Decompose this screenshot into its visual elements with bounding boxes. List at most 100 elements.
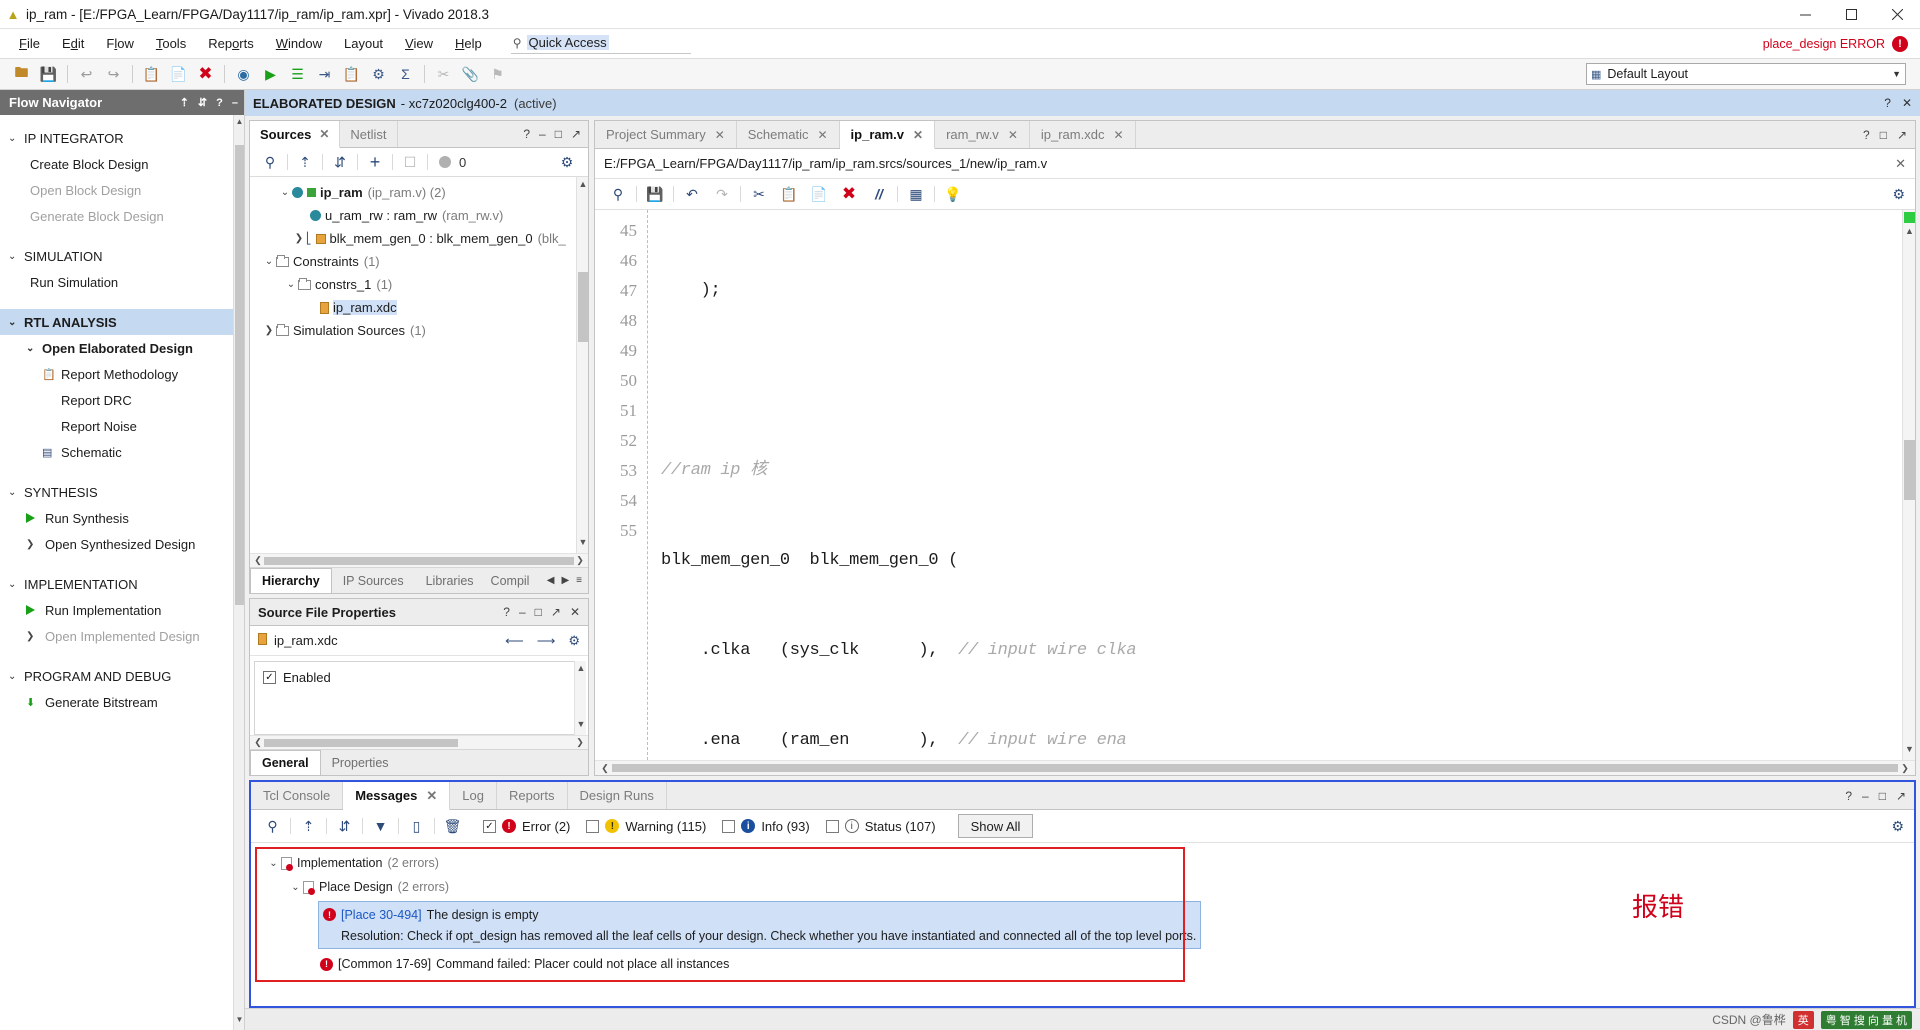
menu-flow[interactable]: Flow [95, 32, 144, 55]
tree-row-simulation-sources[interactable]: ❯ Simulation Sources (1) [250, 319, 588, 342]
subtab-general[interactable]: General [250, 750, 321, 775]
scroll-tabs-right-icon[interactable]: ▶ [561, 575, 569, 586]
tree-row-u-ram-rw[interactable]: u_ram_rw : ram_rw (ram_rw.v) [250, 204, 588, 227]
scroll-left-icon[interactable]: ❮ [598, 763, 612, 774]
subtab-ip-sources[interactable]: IP Sources [332, 568, 415, 593]
maximize-button[interactable] [1828, 0, 1874, 29]
expand-all-icon[interactable]: ⇵ [326, 151, 354, 173]
help-icon[interactable]: ☐ [396, 151, 424, 173]
tab-tcl-console[interactable]: Tcl Console [251, 782, 344, 809]
close-icon[interactable]: ✕ [1008, 128, 1018, 142]
scrollbar-thumb[interactable] [578, 272, 588, 342]
filter-icon[interactable]: ▼ [366, 815, 395, 838]
paste-icon[interactable]: 📄 [804, 183, 834, 206]
scroll-down-icon[interactable]: ▼ [576, 719, 586, 733]
open-project-icon[interactable]: 🖿 [8, 62, 35, 87]
tab-messages[interactable]: Messages ✕ [343, 782, 451, 810]
place-design-error-status[interactable]: place_design ERROR ! [1763, 35, 1920, 52]
close-icon[interactable]: ✕ [426, 788, 437, 804]
filter-error[interactable]: ✓ ! Error (2) [483, 819, 570, 834]
flag-icon[interactable]: ⚑ [484, 62, 511, 87]
enabled-checkbox-row[interactable]: ✓ Enabled [263, 670, 576, 685]
menu-edit[interactable]: Edit [51, 32, 95, 55]
columns-icon[interactable]: ▦ [901, 183, 931, 206]
close-icon[interactable]: ✕ [570, 605, 580, 619]
scroll-up-icon[interactable]: ▲ [578, 179, 588, 193]
cut-icon[interactable]: ✂ [744, 183, 774, 206]
subtab-hierarchy[interactable]: Hierarchy [250, 568, 332, 593]
sidebar-section-simulation[interactable]: ⌄ SIMULATION [0, 243, 244, 269]
gear-icon[interactable]: ⚙ [1891, 818, 1904, 835]
scroll-left-icon[interactable]: ❮ [252, 555, 264, 566]
sidebar-item-run-synthesis[interactable]: Run Synthesis [0, 505, 244, 531]
close-icon[interactable]: ✕ [817, 128, 827, 142]
sidebar-item-generate-block-design[interactable]: Generate Block Design [0, 203, 244, 229]
code-hscrollbar[interactable]: ❮ ❯ [595, 760, 1915, 775]
delete-icon[interactable]: ✖ [192, 62, 219, 87]
copy-icon[interactable]: 📋 [774, 183, 804, 206]
scroll-up-icon[interactable]: ▲ [1903, 226, 1916, 240]
search-icon[interactable]: ⚲ [603, 183, 633, 206]
sidebar-item-report-drc[interactable]: Report DRC [0, 387, 244, 413]
minimize-panel-icon[interactable]: – [232, 97, 238, 109]
open-hardware-icon[interactable]: 📋 [338, 62, 365, 87]
close-icon[interactable]: ✕ [715, 128, 725, 142]
chevron-down-icon[interactable]: ⌄ [284, 279, 298, 290]
menu-file[interactable]: File [8, 32, 51, 55]
scroll-down-icon[interactable]: ▼ [235, 1015, 244, 1028]
marker-icon[interactable]: ✂ [430, 62, 457, 87]
sidebar-item-open-block-design[interactable]: Open Block Design [0, 177, 244, 203]
checkbox-icon[interactable]: ✓ [263, 671, 276, 684]
quick-access-search[interactable]: ⚲ Quick Access [510, 33, 691, 54]
tab-project-summary[interactable]: Project Summary ✕ [595, 121, 737, 148]
float-panel-icon[interactable]: ↗ [551, 605, 561, 619]
scrollbar-thumb[interactable] [264, 556, 574, 565]
tab-log[interactable]: Log [450, 782, 497, 809]
expand-all-icon[interactable]: ⇵ [330, 815, 359, 838]
tab-menu-icon[interactable]: ≡ [576, 575, 582, 586]
minimize-panel-icon[interactable]: – [1862, 789, 1869, 803]
paste-icon[interactable]: 📄 [165, 62, 192, 87]
code-vscrollbar[interactable]: ▲ ▼ [1902, 210, 1915, 760]
chevron-right-icon[interactable]: ❯ [292, 233, 306, 244]
tab-ram-rw-v[interactable]: ram_rw.v ✕ [935, 121, 1030, 148]
filter-warning[interactable]: ! Warning (115) [586, 819, 706, 834]
clear-messages-icon[interactable]: 🗑 [438, 815, 467, 838]
tree-row-blk-mem-gen-0[interactable]: ❯ ⎣ blk_mem_gen_0 : blk_mem_gen_0 (blk_ [250, 227, 588, 250]
delete-icon[interactable]: ✖ [834, 183, 864, 206]
redo-icon[interactable]: ↪ [100, 62, 127, 87]
minimize-panel-icon[interactable]: – [519, 605, 526, 619]
settings-icon[interactable]: ⚙ [365, 62, 392, 87]
tab-ip-ram-v[interactable]: ip_ram.v ✕ [839, 121, 936, 149]
help-icon[interactable]: ? [1884, 96, 1891, 110]
sidebar-section-implementation[interactable]: ⌄ IMPLEMENTATION [0, 571, 244, 597]
checkbox-icon[interactable]: ✓ [483, 819, 496, 833]
copy-messages-icon[interactable]: ▯ [402, 815, 431, 838]
menu-tools[interactable]: Tools [145, 32, 197, 55]
sidebar-item-run-simulation[interactable]: Run Simulation [0, 269, 244, 295]
float-panel-icon[interactable]: ↗ [571, 127, 581, 141]
sidebar-section-program-and-debug[interactable]: ⌄ PROGRAM AND DEBUG [0, 663, 244, 689]
checkbox-icon[interactable] [722, 819, 736, 833]
maximize-panel-icon[interactable]: □ [1880, 128, 1887, 142]
menu-window[interactable]: Window [265, 32, 333, 55]
undo-icon[interactable]: ↩ [73, 62, 100, 87]
scroll-right-icon[interactable]: ❯ [574, 737, 586, 748]
show-all-button[interactable]: Show All [957, 814, 1034, 838]
menu-reports[interactable]: Reports [197, 32, 265, 55]
subtab-libraries[interactable]: Libraries [415, 568, 485, 593]
close-icon[interactable]: ✕ [1902, 96, 1912, 110]
scroll-right-icon[interactable]: ❯ [574, 555, 586, 566]
pin-icon[interactable]: 📎 [457, 62, 484, 87]
copy-icon[interactable]: 📋 [138, 62, 165, 87]
sidebar-item-open-synthesized-design[interactable]: ❯ Open Synthesized Design [0, 531, 244, 557]
sidebar-section-ip-integrator[interactable]: ⌄ IP INTEGRATOR [0, 125, 244, 151]
scroll-right-icon[interactable]: ❯ [1898, 763, 1912, 774]
maximize-panel-icon[interactable]: □ [1879, 789, 1886, 803]
scroll-left-icon[interactable]: ❮ [252, 737, 264, 748]
undo-icon[interactable]: ↶ [677, 183, 707, 206]
code-view[interactable]: 45 46 47 48 49 50 51 52 53 54 55); //ra… [595, 210, 1902, 760]
help-icon[interactable]: ? [1863, 128, 1870, 142]
scrollbar-thumb[interactable] [612, 764, 1898, 772]
layout-selector[interactable]: ▦ Default Layout ▼ [1586, 63, 1906, 85]
